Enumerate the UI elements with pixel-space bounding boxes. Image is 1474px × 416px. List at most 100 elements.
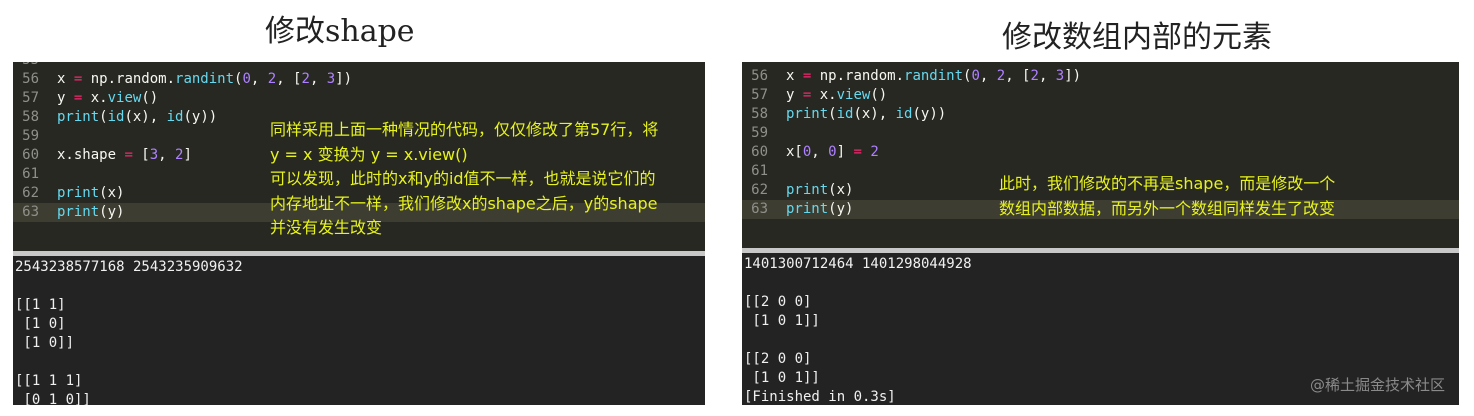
code-token: 2 (996, 68, 1006, 84)
code-token: (y)) (912, 106, 947, 122)
code-token: id (166, 109, 184, 125)
note-line: y = x 变换为 y = x.view() (270, 144, 468, 164)
note-line: 此时，我们修改的不再是shape，而是修改一个 (999, 174, 1336, 193)
code-token: id (895, 106, 913, 122)
code-token: ( (99, 109, 108, 125)
watermark: @稀土掘金技术社区 (1309, 376, 1445, 394)
code-token: x (786, 68, 803, 84)
code-token: view (836, 87, 871, 103)
code-token: 3 (326, 71, 336, 87)
code-token: y (57, 90, 74, 106)
code-token: x[ (786, 144, 803, 160)
code-token: randint (904, 68, 964, 84)
line-number: 63 (22, 204, 39, 220)
code-token: ( (828, 106, 837, 122)
code-token: , (158, 147, 176, 163)
code-token: print (786, 182, 829, 198)
code-token: ]) (335, 71, 353, 87)
code-line[interactable]: 59 (742, 124, 1459, 143)
note-line: 内存地址不一样，我们修改x的shape之后，y的shape (270, 193, 658, 213)
line-number: 61 (22, 166, 39, 182)
code-token: , (309, 71, 327, 87)
code-token: () (141, 90, 159, 106)
code-token: () (870, 87, 888, 103)
output-line: 1401300712464 1401298044928 (744, 256, 972, 272)
code-token: 0 (828, 144, 837, 160)
output-line: [Finished in 0.3s] (744, 389, 896, 405)
code-token: id (836, 106, 854, 122)
line-number: 56 (751, 68, 768, 84)
code-token: , (1038, 68, 1056, 84)
note-line: 可以发现，此时的x和y的id值不一样，也就是说它们的 (270, 169, 656, 188)
output-line: [[1 1 1] (15, 373, 83, 389)
line-number: 62 (751, 182, 768, 198)
line-number: 61 (751, 163, 768, 179)
code-token: , (811, 144, 829, 160)
code-token: = (853, 144, 862, 160)
right-note: 此时，我们修改的不再是shape，而是修改一个 数组内部数据，而另外一个数组同样发… (999, 172, 1335, 221)
code-token: , [ (1005, 68, 1031, 84)
code-token: (x) (99, 185, 125, 201)
code-token: x. (82, 90, 108, 106)
code-line[interactable]: 58 print(id(x), id(y)) (742, 105, 1459, 124)
code-token: 2 (301, 71, 310, 87)
code-token: 2 (870, 144, 879, 160)
code-token: (x), (124, 109, 167, 125)
code-line[interactable]: 55 (13, 62, 705, 70)
code-token: , [ (276, 71, 302, 87)
code-token: print (786, 106, 829, 122)
line-number: 58 (22, 109, 39, 125)
code-line[interactable]: 56 x = np.random.randint(0, 2, [2, 3]) (13, 70, 705, 89)
code-token: [ (132, 147, 150, 163)
code-token: print (57, 185, 100, 201)
code-token: , (979, 68, 997, 84)
line-number: 55 (13, 62, 39, 70)
left-panel: 5556 x = np.random.randint (0, 2, [2, 3]) 5… (13, 62, 705, 405)
code-token: y (786, 87, 803, 103)
code-token: ] (836, 144, 854, 160)
output-line: 2543238577168 2543235909632 (15, 259, 243, 275)
code-token: (x), (853, 106, 896, 122)
code-line[interactable]: 60 x[0, 0] = 2 (742, 143, 1459, 162)
left-output-panel[interactable]: 2543238577168 2543235909632 [[1 1] [1 0] … (13, 256, 705, 405)
code-token: 0 (242, 71, 251, 87)
code-token: id (107, 109, 125, 125)
code-token: randint (175, 71, 235, 87)
code-line[interactable]: 56 x = np.random.randint(0, 2, [2, 3]) (742, 67, 1459, 86)
line-number: 57 (751, 87, 768, 103)
note-line: 同样采用上面一种情况的代码，仅仅修改了第57行，将 (270, 120, 659, 139)
output-line: [1 0 1]] (744, 370, 820, 386)
line-number: 62 (22, 185, 39, 201)
line-number: 56 (22, 71, 39, 87)
output-line: [[2 0 0] (744, 294, 812, 310)
line-number: 63 (751, 201, 768, 217)
right-panel: 5556x = np.random.randint(0, 2, [2, 3])5… (742, 62, 1459, 405)
code-token: ] (183, 147, 192, 163)
line-number: 57 (22, 90, 39, 106)
code-line[interactable]: 57 y = x.view() (13, 89, 705, 108)
right-title: 修改数组内部的元素 (1002, 20, 1272, 55)
code-token: x (57, 71, 74, 87)
code-token: print (57, 109, 100, 125)
code-token: view (107, 90, 142, 106)
code-token: = (124, 147, 133, 163)
line-number: 59 (22, 128, 39, 144)
code-token: 2 (1030, 68, 1039, 84)
code-token: x. (811, 87, 837, 103)
left-title: 修改shape (265, 14, 415, 49)
output-line: [[1 1] (15, 297, 66, 313)
code-token: (y) (828, 201, 854, 217)
line-number: 60 (22, 147, 39, 163)
output-line: [[2 0 0] (744, 351, 812, 367)
note-line: 数组内部数据，而另外一个数组同样发生了改变 (999, 198, 1336, 218)
output-line: [1 0 1]] (744, 313, 820, 329)
left-note: 同样采用上面一种情况的代码，仅仅修改了第57行，将 y = x 变换为 y = x… (270, 118, 658, 241)
code-token: print (786, 201, 829, 217)
code-token: (x) (828, 182, 854, 198)
code-line[interactable]: 57 y = x.view() (742, 86, 1459, 105)
code-token: print (57, 204, 100, 220)
code-token: , (250, 71, 268, 87)
line-number: 60 (751, 144, 768, 160)
code-token: ]) (1064, 68, 1082, 84)
output-line: [0 1 0]] (15, 392, 91, 405)
